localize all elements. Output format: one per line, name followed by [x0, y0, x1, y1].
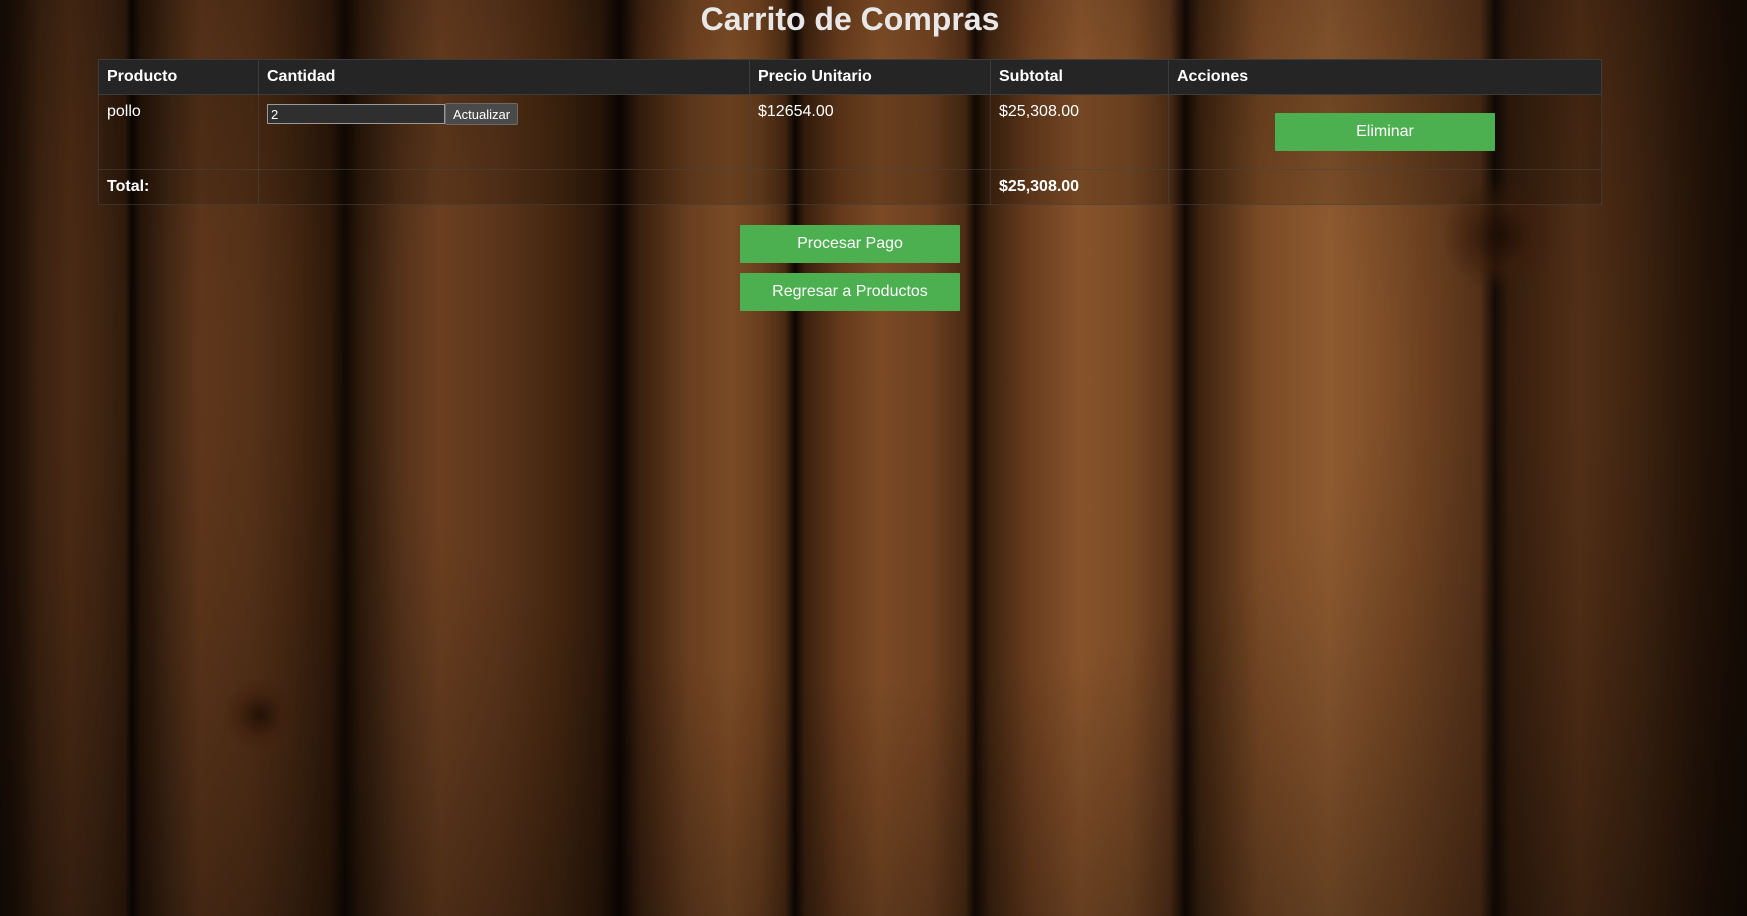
- table-header-row: Producto Cantidad Precio Unitario Subtot…: [98, 59, 1602, 95]
- cart-actions: Procesar Pago Regresar a Productos: [740, 225, 960, 321]
- total-value: $25,308.00: [990, 169, 1169, 205]
- cell-unit-price: $12654.00: [749, 94, 991, 170]
- wood-knot: [220, 680, 300, 750]
- delete-button[interactable]: Eliminar: [1275, 113, 1495, 151]
- quantity-form: Actualizar: [267, 103, 741, 125]
- cart-table: Producto Cantidad Precio Unitario Subtot…: [98, 59, 1602, 205]
- process-payment-button[interactable]: Procesar Pago: [740, 225, 960, 263]
- header-subtotal: Subtotal: [990, 59, 1169, 95]
- page-title: Carrito de Compras: [700, 1, 1000, 37]
- total-empty-cell: [258, 169, 750, 205]
- total-row: Total: $25,308.00: [98, 169, 1602, 205]
- cell-subtotal: $25,308.00: [990, 94, 1169, 170]
- total-empty-cell: [1168, 169, 1602, 205]
- cell-product: pollo: [98, 94, 259, 170]
- cell-actions: Eliminar: [1168, 94, 1602, 170]
- header-actions: Acciones: [1168, 59, 1602, 95]
- quantity-input[interactable]: [267, 104, 445, 124]
- total-label: Total:: [98, 169, 259, 205]
- back-to-products-button[interactable]: Regresar a Productos: [740, 273, 960, 311]
- total-empty-cell: [749, 169, 991, 205]
- cell-quantity: Actualizar: [258, 94, 750, 170]
- header-product: Producto: [98, 59, 259, 95]
- header-quantity: Cantidad: [258, 59, 750, 95]
- update-button[interactable]: Actualizar: [445, 103, 519, 125]
- table-row: pollo Actualizar $12654.00 $25,308.00 El…: [98, 94, 1602, 170]
- header-unit-price: Precio Unitario: [749, 59, 991, 95]
